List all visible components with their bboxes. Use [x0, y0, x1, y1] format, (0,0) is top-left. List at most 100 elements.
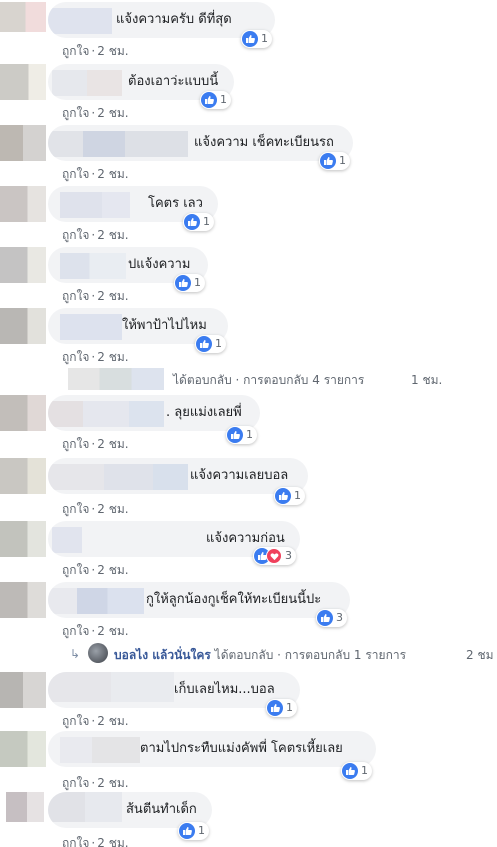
view-replies-link[interactable]: ↳ บอลไง แล้วนั่นใคร ได้ตอบกลับ · การตอบก… [0, 643, 497, 667]
thumbs-up-icon [179, 823, 195, 839]
comment: . ลุยแม่งเลยพี่ 1 ถูกใจ · 2 ชม. [0, 395, 497, 451]
comment-text: เก็บเลยไหม...บอล [174, 682, 275, 697]
redacted-name [48, 131, 188, 157]
comment-bubble: กูให้ลูกน้องกูเช็คให้ทะเบียนนี้ปะ [48, 582, 350, 618]
comment: กูให้ลูกน้องกูเช็คให้ทะเบียนนี้ปะ 3 ถูกใ… [0, 582, 497, 638]
heart-icon [266, 548, 282, 564]
like-link[interactable]: ถูกใจ [62, 44, 89, 58]
comment-text: ตามไปกระทืบแม่งคัพพี่ โคตรเหี้ยเลย [140, 741, 343, 756]
timestamp[interactable]: 2 ชม. [97, 106, 128, 120]
view-replies-link[interactable]: ได้ตอบกลับ · การตอบกลับ 4 รายการ 1 ชม. [0, 368, 497, 392]
thumbs-up-icon [184, 214, 200, 230]
timestamp[interactable]: 2 ชม. [97, 624, 128, 638]
like-link[interactable]: ถูกใจ [62, 289, 89, 303]
like-link[interactable]: ถูกใจ [62, 563, 89, 577]
reaction-count: 1 [261, 32, 268, 45]
timestamp[interactable]: 2 ชม. [97, 836, 128, 847]
like-link[interactable]: ถูกใจ [62, 836, 89, 847]
comment-meta: ถูกใจ · 2 ชม. [62, 437, 129, 451]
comment: แจ้งความ เช็คทะเบียนรถ 1 ถูกใจ · 2 ชม. [0, 125, 497, 181]
timestamp[interactable]: 2 ชม. [97, 437, 128, 451]
replies-summary: ได้ตอบกลับ · การตอบกลับ 4 รายการ [173, 373, 365, 387]
timestamp[interactable]: 2 ชม [466, 646, 494, 665]
comment-bubble: ตามไปกระทืบแม่งคัพพี่ โคตรเหี้ยเลย [48, 731, 376, 767]
reaction-summary[interactable]: 1 [319, 152, 350, 170]
timestamp[interactable]: 2 ชม. [97, 228, 128, 242]
reaction-summary[interactable]: 1 [274, 487, 305, 505]
avatar[interactable] [0, 582, 46, 618]
comment-text: ปแจ้งความ [128, 257, 191, 272]
thumbs-up-icon [267, 700, 283, 716]
timestamp[interactable]: 2 ชม. [97, 167, 128, 181]
timestamp[interactable]: 2 ชม. [97, 563, 128, 577]
comment: แจ้งความเลยบอล 1 ถูกใจ · 2 ชม. [0, 458, 497, 516]
comment-text: ส้นตีนทำเด็ก [126, 802, 197, 817]
comment-meta: ถูกใจ · 2 ชม. [62, 167, 129, 181]
thumbs-up-icon [227, 427, 243, 443]
comment: โคตร เลว 1 ถูกใจ · 2 ชม. [0, 186, 497, 242]
reply-arrow-icon: ↳ [70, 647, 81, 661]
reaction-count: 3 [336, 611, 343, 624]
reaction-summary[interactable]: 1 [195, 335, 226, 353]
thumbs-up-icon [201, 92, 217, 108]
avatar[interactable] [0, 186, 46, 222]
comment-bubble: เก็บเลยไหม...บอล [48, 672, 300, 708]
redacted-name [60, 253, 126, 279]
timestamp[interactable]: 2 ชม. [97, 502, 128, 516]
comment-text: โคตร เลว [148, 196, 203, 211]
redacted-name [60, 192, 130, 218]
avatar[interactable] [0, 64, 46, 100]
thumbs-up-icon [275, 488, 291, 504]
like-link[interactable]: ถูกใจ [62, 776, 89, 790]
timestamp[interactable]: 2 ชม. [97, 714, 128, 728]
comment-text: ให้พาป้าไปไหม [122, 318, 207, 333]
like-link[interactable]: ถูกใจ [62, 167, 89, 181]
timestamp[interactable]: 1 ชม. [411, 371, 442, 390]
avatar[interactable] [0, 458, 46, 494]
avatar[interactable] [0, 247, 46, 283]
like-link[interactable]: ถูกใจ [62, 624, 89, 638]
redacted-name [48, 672, 174, 702]
reaction-summary[interactable]: 3 [253, 547, 296, 565]
avatar[interactable] [6, 792, 44, 822]
timestamp[interactable]: 2 ชม. [97, 44, 128, 58]
reaction-count: 1 [194, 276, 201, 289]
like-link[interactable]: ถูกใจ [62, 228, 89, 242]
comment-text: กูให้ลูกน้องกูเช็คให้ทะเบียนนี้ปะ [146, 592, 322, 607]
reaction-summary[interactable]: 1 [241, 30, 272, 48]
reaction-summary[interactable]: 1 [226, 426, 257, 444]
comment-text: แจ้งความเลยบอล [190, 468, 289, 483]
comment: เก็บเลยไหม...บอล 1 ถูกใจ · 2 ชม. [0, 672, 497, 728]
reaction-summary[interactable]: 1 [174, 274, 205, 292]
replier-name[interactable]: บอลไง แล้วนั่นใคร [114, 648, 211, 662]
avatar[interactable] [0, 395, 46, 431]
timestamp[interactable]: 2 ชม. [97, 289, 128, 303]
comment: ตามไปกระทืบแม่งคัพพี่ โคตรเหี้ยเลย 1 ถูก… [0, 731, 497, 790]
avatar[interactable] [0, 731, 46, 767]
reaction-summary[interactable]: 1 [266, 699, 297, 717]
avatar[interactable] [0, 125, 46, 161]
reaction-summary[interactable]: 1 [183, 213, 214, 231]
like-link[interactable]: ถูกใจ [62, 106, 89, 120]
avatar[interactable] [0, 521, 46, 557]
avatar[interactable] [88, 643, 108, 663]
reaction-summary[interactable]: 1 [341, 762, 372, 780]
reaction-summary[interactable]: 1 [178, 822, 209, 840]
comment-text: . ลุยแม่งเลยพี่ [166, 405, 242, 420]
comment-bubble: แจ้งความครับ ดีที่สุด [48, 2, 275, 38]
reaction-summary[interactable]: 3 [316, 609, 347, 627]
avatar[interactable] [0, 672, 46, 708]
avatar[interactable] [0, 2, 46, 32]
comment-meta: ถูกใจ · 2 ชม. [62, 44, 129, 58]
reaction-summary[interactable]: 1 [200, 91, 231, 109]
like-link[interactable]: ถูกใจ [62, 502, 89, 516]
avatar[interactable] [0, 308, 46, 344]
reaction-count: 1 [220, 93, 227, 106]
like-link[interactable]: ถูกใจ [62, 714, 89, 728]
comment-meta: ถูกใจ · 2 ชม. [62, 714, 129, 728]
comment-text: แจ้งความก่อน [206, 531, 285, 546]
timestamp[interactable]: 2 ชม. [97, 776, 128, 790]
like-link[interactable]: ถูกใจ [62, 437, 89, 451]
timestamp[interactable]: 2 ชม. [97, 350, 128, 364]
like-link[interactable]: ถูกใจ [62, 350, 89, 364]
